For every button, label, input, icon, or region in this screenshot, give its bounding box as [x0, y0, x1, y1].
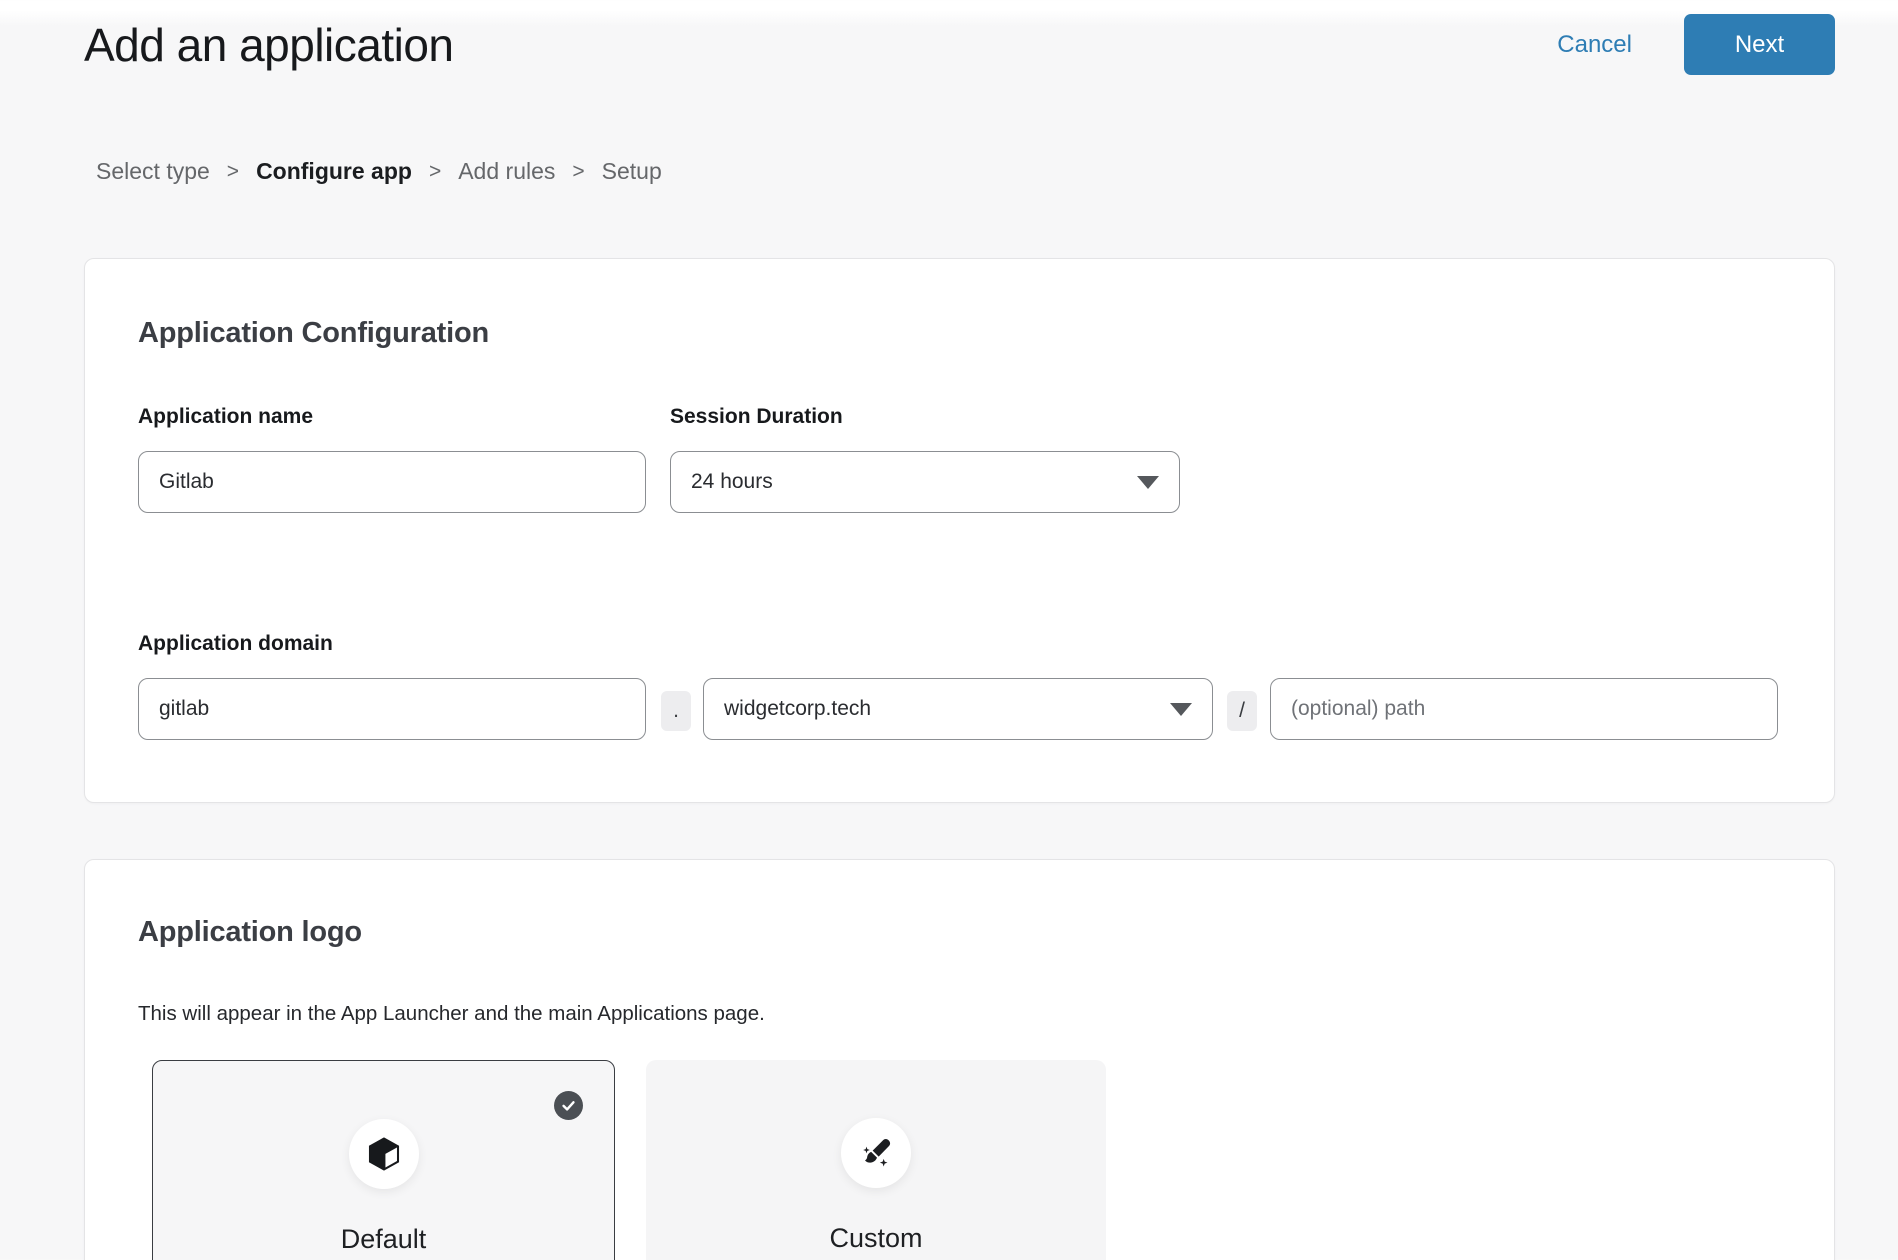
header-actions: Cancel Next [1557, 14, 1835, 75]
logo-option-label: Default [153, 1224, 614, 1255]
breadcrumb-separator: > [429, 160, 441, 184]
add-application-page: Add an application Cancel Next Select ty… [0, 0, 1898, 1260]
path-input[interactable] [1270, 678, 1778, 740]
chevron-down-icon [1137, 476, 1159, 489]
application-logo-card: Application logo This will appear in the… [84, 859, 1835, 1260]
domain-dot-separator: . [661, 691, 691, 731]
breadcrumb-step-setup[interactable]: Setup [602, 158, 662, 185]
application-name-input[interactable] [138, 451, 646, 513]
session-duration-select[interactable]: 24 hours [670, 451, 1180, 513]
custom-logo-circle [841, 1118, 911, 1188]
session-duration-label: Session Duration [670, 405, 843, 429]
session-duration-value: 24 hours [691, 470, 773, 494]
subdomain-input[interactable] [138, 678, 646, 740]
page-header: Add an application Cancel Next [84, 14, 1835, 75]
logo-option-default[interactable]: Default [152, 1060, 615, 1260]
cube-icon [365, 1135, 403, 1173]
logo-option-custom[interactable]: Custom [646, 1060, 1106, 1260]
domain-select[interactable]: widgetcorp.tech [703, 678, 1213, 740]
application-domain-label: Application domain [138, 632, 333, 656]
next-button[interactable]: Next [1684, 14, 1835, 75]
breadcrumb-step-add-rules[interactable]: Add rules [458, 158, 555, 185]
cancel-button[interactable]: Cancel [1557, 31, 1632, 59]
breadcrumb-separator: > [227, 160, 239, 184]
default-logo-circle [349, 1119, 419, 1189]
breadcrumb-step-select-type[interactable]: Select type [96, 158, 210, 185]
paintbrush-icon [856, 1133, 896, 1173]
application-configuration-heading: Application Configuration [138, 317, 489, 350]
application-logo-heading: Application logo [138, 916, 362, 949]
breadcrumb: Select type > Configure app > Add rules … [96, 158, 662, 185]
chevron-down-icon [1170, 703, 1192, 716]
path-slash-separator: / [1227, 691, 1257, 731]
application-configuration-card: Application Configuration Application na… [84, 258, 1835, 803]
breadcrumb-step-configure-app[interactable]: Configure app [256, 158, 412, 185]
selected-check-badge [554, 1091, 583, 1120]
page-title: Add an application [84, 18, 454, 72]
application-name-label: Application name [138, 405, 313, 429]
application-logo-description: This will appear in the App Launcher and… [138, 1002, 765, 1026]
breadcrumb-separator: > [572, 160, 584, 184]
check-icon [560, 1097, 577, 1114]
logo-option-label: Custom [646, 1223, 1106, 1254]
domain-value: widgetcorp.tech [724, 697, 871, 721]
